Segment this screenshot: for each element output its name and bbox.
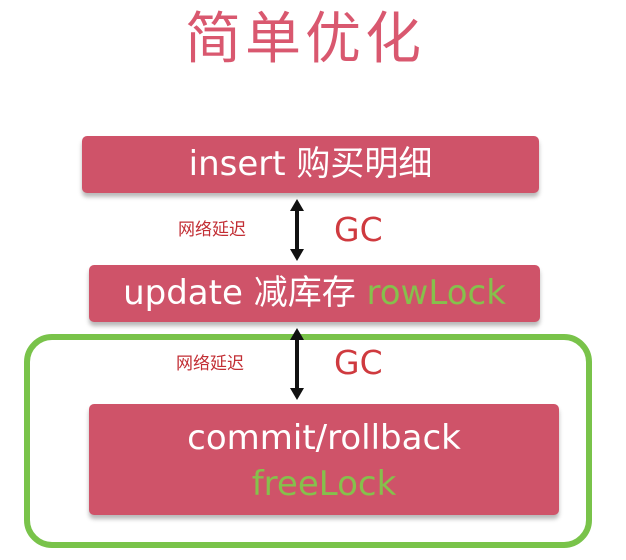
- network-latency-label: 网络延迟: [178, 220, 246, 240]
- free-lock-label: freeLock: [251, 464, 397, 504]
- insert-step-box: insert 购买明细: [82, 136, 539, 193]
- insert-step-label: insert 购买明细: [188, 144, 433, 184]
- update-step-box: update 减库存 rowLock: [89, 265, 540, 322]
- commit-step-box: commit/rollback freeLock: [89, 404, 559, 515]
- gc-label: GC: [334, 343, 383, 382]
- network-latency-label: 网络延迟: [176, 354, 244, 374]
- double-arrow-icon: [290, 328, 304, 400]
- double-arrow-icon: [290, 199, 304, 261]
- row-lock-label: rowLock: [366, 273, 506, 313]
- update-step-label: update 减库存: [123, 273, 356, 313]
- commit-step-label: commit/rollback: [187, 418, 461, 458]
- gc-label: GC: [334, 210, 383, 249]
- page-title: 简单优化: [185, 7, 425, 72]
